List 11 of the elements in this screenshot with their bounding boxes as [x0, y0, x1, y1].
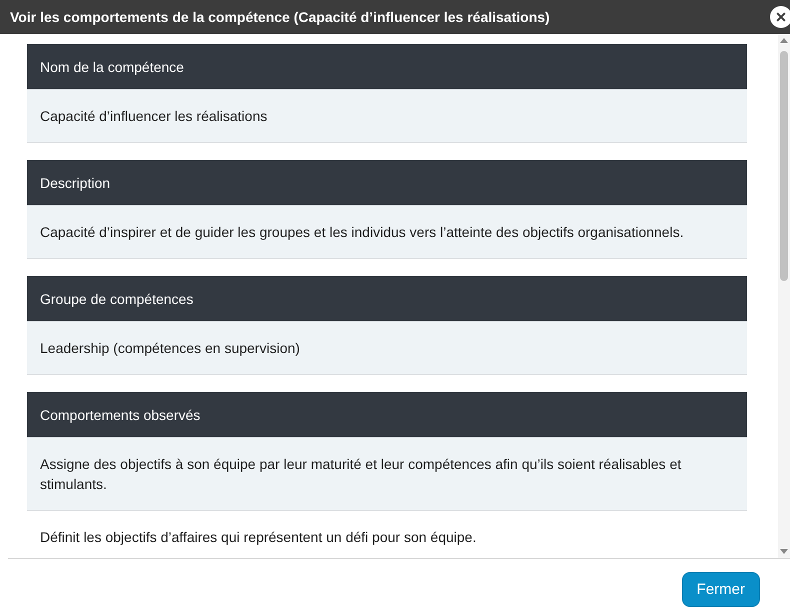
section-header: Description — [27, 160, 747, 206]
section-header: Nom de la compétence — [27, 44, 747, 90]
table-cell: Capacité d’influencer les réalisations — [27, 90, 747, 143]
close-button[interactable]: × — [770, 6, 790, 28]
section-header: Comportements observés — [27, 392, 747, 438]
table-cell: Capacité d’inspirer et de guider les groupes et les individus vers l’atteinte des objectifs organisationnels. — [27, 206, 747, 259]
section-header: Groupe de compétences — [27, 276, 747, 322]
table-cell: Assigne des objectifs à son équipe par leur maturité et leur compétences afin qu’ils soient réalisables et stimulants. — [27, 438, 747, 511]
table-cell: Leadership (compétences en supervision) — [27, 322, 747, 375]
close-dialog-button[interactable]: Fermer — [682, 572, 760, 607]
window-title: Voir les comportements de la compétence (Capacité d’influencer les réalisations) — [10, 9, 550, 25]
